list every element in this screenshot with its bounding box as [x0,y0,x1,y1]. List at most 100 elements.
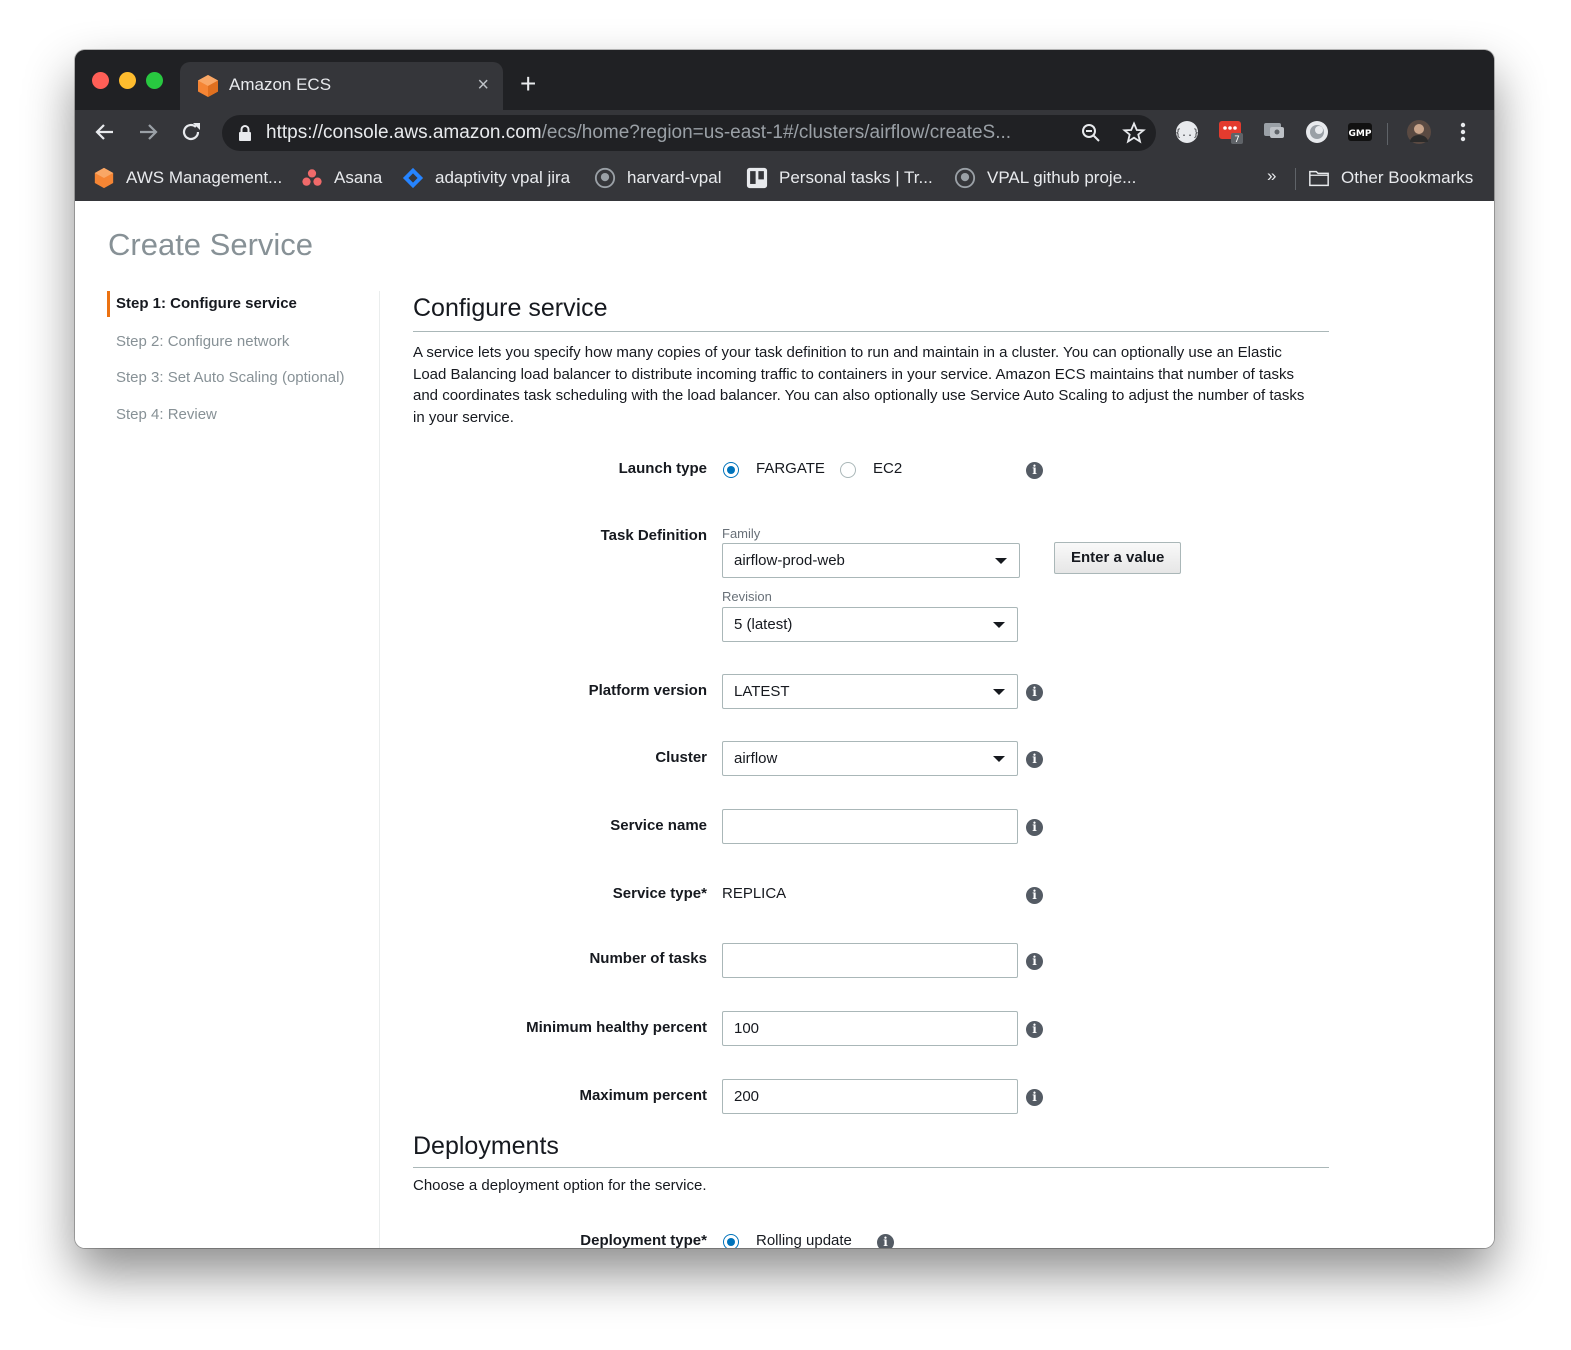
bookmark-label: Personal tasks | Tr... [779,168,933,187]
cluster-info-icon[interactable]: i [1026,751,1043,768]
revision-select[interactable]: 5 (latest) [722,607,1018,642]
svg-text:GMP: GMP [1349,129,1372,139]
bookmarks-divider [1295,168,1296,190]
max-percent-info-icon[interactable]: i [1026,1089,1043,1106]
minimize-window-button[interactable] [119,72,136,89]
tab-close-icon[interactable]: × [477,73,489,97]
deployment-rolling-update-label[interactable]: Rolling update [756,1232,852,1248]
step-review[interactable]: Step 4: Review [107,402,217,428]
launch-type-fargate-radio[interactable] [723,462,739,478]
bookmark-other-bookmarks[interactable]: Other Bookmarks [1308,166,1473,190]
step-auto-scaling[interactable]: Step 3: Set Auto Scaling (optional) [107,365,344,391]
asana-icon [302,169,322,186]
cluster-value: airflow [734,750,778,767]
url-text: https://console.aws.amazon.com/ecs/home?… [266,122,1011,144]
aws-cube-icon [198,75,218,97]
service-name-input[interactable] [722,809,1018,844]
revision-select-value: 5 (latest) [734,616,793,633]
service-type-value: REPLICA [722,885,787,902]
platform-version-label: Platform version [588,682,707,699]
github-icon [594,167,616,189]
bookmark-label: Asana [334,168,383,187]
maximize-window-button[interactable] [146,72,163,89]
new-tab-button[interactable]: + [520,70,536,98]
svg-text:{..}: {..} [1175,128,1199,139]
min-healthy-percent-input[interactable]: 100 [722,1011,1018,1046]
tab-strip: Amazon ECS × + [75,50,1494,110]
bookmark-star-icon[interactable] [1122,121,1146,145]
cluster-label: Cluster [655,749,707,766]
cluster-select[interactable]: airflow [722,741,1018,776]
platform-version-select[interactable]: LATEST [722,674,1018,709]
bookmark-label: adaptivity vpal jira [435,168,571,187]
extension-json-icon[interactable]: {..} [1174,119,1200,145]
address-bar[interactable]: https://console.aws.amazon.com/ecs/home?… [222,115,1156,151]
chevron-down-icon [993,756,1005,762]
step-configure-service[interactable]: Step 1: Configure service [107,291,297,317]
back-button[interactable] [92,120,118,146]
service-type-info-icon[interactable]: i [1026,887,1043,904]
tab-title: Amazon ECS [229,75,332,94]
task-definition-label: Task Definition [600,527,707,544]
extension-badge-count: 7 [1234,135,1240,145]
bookmark-aws-management[interactable]: AWS Management... [93,166,282,190]
url-path: /ecs/home?region=us-east-1#/clusters/air… [541,122,1012,143]
service-type-label: Service type* [612,885,707,902]
zoom-icon[interactable] [1079,121,1103,145]
bookmark-label: VPAL github proje... [987,168,1137,187]
launch-type-info-icon[interactable]: i [1026,462,1043,479]
forward-arrow-icon [140,124,158,140]
number-of-tasks-info-icon[interactable]: i [1026,953,1043,970]
extension-gmp-icon[interactable]: GMP [1347,119,1373,145]
launch-type-fargate-label[interactable]: FARGATE [756,460,825,477]
family-select[interactable]: airflow-prod-web [722,543,1020,578]
extension-chat-icon[interactable] [1261,119,1287,145]
tab-amazon-ecs[interactable]: Amazon ECS × [180,62,503,110]
url-host: https://console.aws.amazon.com [266,122,542,143]
bookmarks-overflow-button[interactable]: » [1267,166,1276,186]
browser-chrome: Amazon ECS × + https://console.aws.amazo… [75,50,1494,201]
platform-version-info-icon[interactable]: i [1026,684,1043,701]
bookmark-harvard-vpal[interactable]: harvard-vpal [594,166,722,190]
browser-toolbar: https://console.aws.amazon.com/ecs/home?… [75,110,1494,156]
deployment-type-info-icon[interactable]: i [877,1234,894,1248]
back-arrow-icon [95,124,113,140]
bookmarks-bar: AWS Management... Asana adaptivity vpal … [75,156,1494,201]
toolbar-divider [1387,123,1388,145]
bookmark-adaptivity-jira[interactable]: adaptivity vpal jira [402,166,570,190]
service-name-label: Service name [610,817,707,834]
configure-service-description: A service lets you specify how many copi… [413,344,1305,426]
family-select-value: airflow-prod-web [734,552,845,569]
step-configure-network[interactable]: Step 2: Configure network [107,329,289,355]
launch-type-ec2-label[interactable]: EC2 [873,460,902,477]
github-icon [954,167,976,189]
launch-type-ec2-radio[interactable] [840,462,856,478]
number-of-tasks-input[interactable] [722,943,1018,978]
section-divider [413,1167,1329,1168]
family-label: Family [722,526,761,541]
section-divider [413,331,1329,332]
deployment-rolling-update-radio[interactable] [723,1234,739,1248]
trello-icon [746,167,768,189]
chrome-menu-icon[interactable] [1450,119,1476,145]
extension-circle-icon[interactable] [1304,119,1330,145]
bookmark-asana[interactable]: Asana [301,166,382,190]
chevron-down-icon [995,558,1007,564]
reload-icon [182,123,200,141]
profile-avatar-icon[interactable] [1406,119,1432,145]
service-name-info-icon[interactable]: i [1026,819,1043,836]
min-healthy-percent-info-icon[interactable]: i [1026,1021,1043,1038]
reload-button[interactable] [178,120,204,146]
forward-button[interactable] [135,120,161,146]
close-window-button[interactable] [92,72,109,89]
extension-tasks-icon[interactable]: 7 [1218,119,1244,145]
folder-icon [1309,170,1329,187]
revision-label: Revision [722,589,772,604]
launch-type-label: Launch type [618,460,707,477]
min-healthy-percent-label: Minimum healthy percent [526,1019,707,1036]
platform-version-value: LATEST [734,683,790,700]
bookmark-personal-tasks[interactable]: Personal tasks | Tr... [746,166,933,190]
enter-a-value-button[interactable]: Enter a value [1054,542,1182,574]
bookmark-vpal-github[interactable]: VPAL github proje... [954,166,1136,190]
max-percent-input[interactable]: 200 [722,1079,1018,1114]
